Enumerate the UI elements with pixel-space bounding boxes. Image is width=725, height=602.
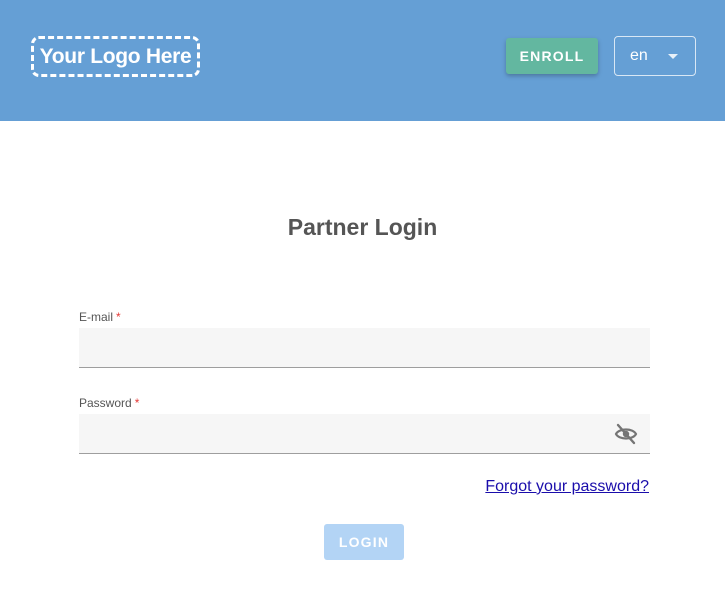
- enroll-button[interactable]: ENROLL: [506, 38, 598, 74]
- password-field[interactable]: [79, 414, 650, 453]
- login-button[interactable]: LOGIN: [324, 524, 404, 560]
- page-title: Partner Login: [287, 214, 438, 240]
- logo-text: Your Logo Here: [39, 44, 192, 68]
- language-select[interactable]: en: [614, 36, 696, 76]
- password-label-text: Password: [79, 396, 132, 410]
- email-field-container: [79, 328, 650, 368]
- required-asterisk: *: [134, 396, 140, 410]
- password-field-container: [79, 414, 650, 454]
- top-header-bar: Your Logo Here ENROLL en: [0, 0, 725, 121]
- email-field[interactable]: [79, 328, 650, 367]
- company-logo[interactable]: Your Logo Here: [31, 36, 200, 77]
- language-selected-value: en: [630, 47, 648, 64]
- enroll-button-label: ENROLL: [519, 48, 585, 64]
- login-button-label: LOGIN: [338, 534, 390, 550]
- caret-down-icon: [668, 54, 678, 59]
- email-label: E-mail *: [79, 310, 121, 324]
- eye-off-icon[interactable]: [614, 423, 638, 445]
- forgot-password-link[interactable]: Forgot your password?: [485, 478, 649, 496]
- password-label: Password *: [79, 396, 139, 410]
- required-asterisk: *: [116, 310, 121, 324]
- email-label-text: E-mail: [79, 310, 114, 324]
